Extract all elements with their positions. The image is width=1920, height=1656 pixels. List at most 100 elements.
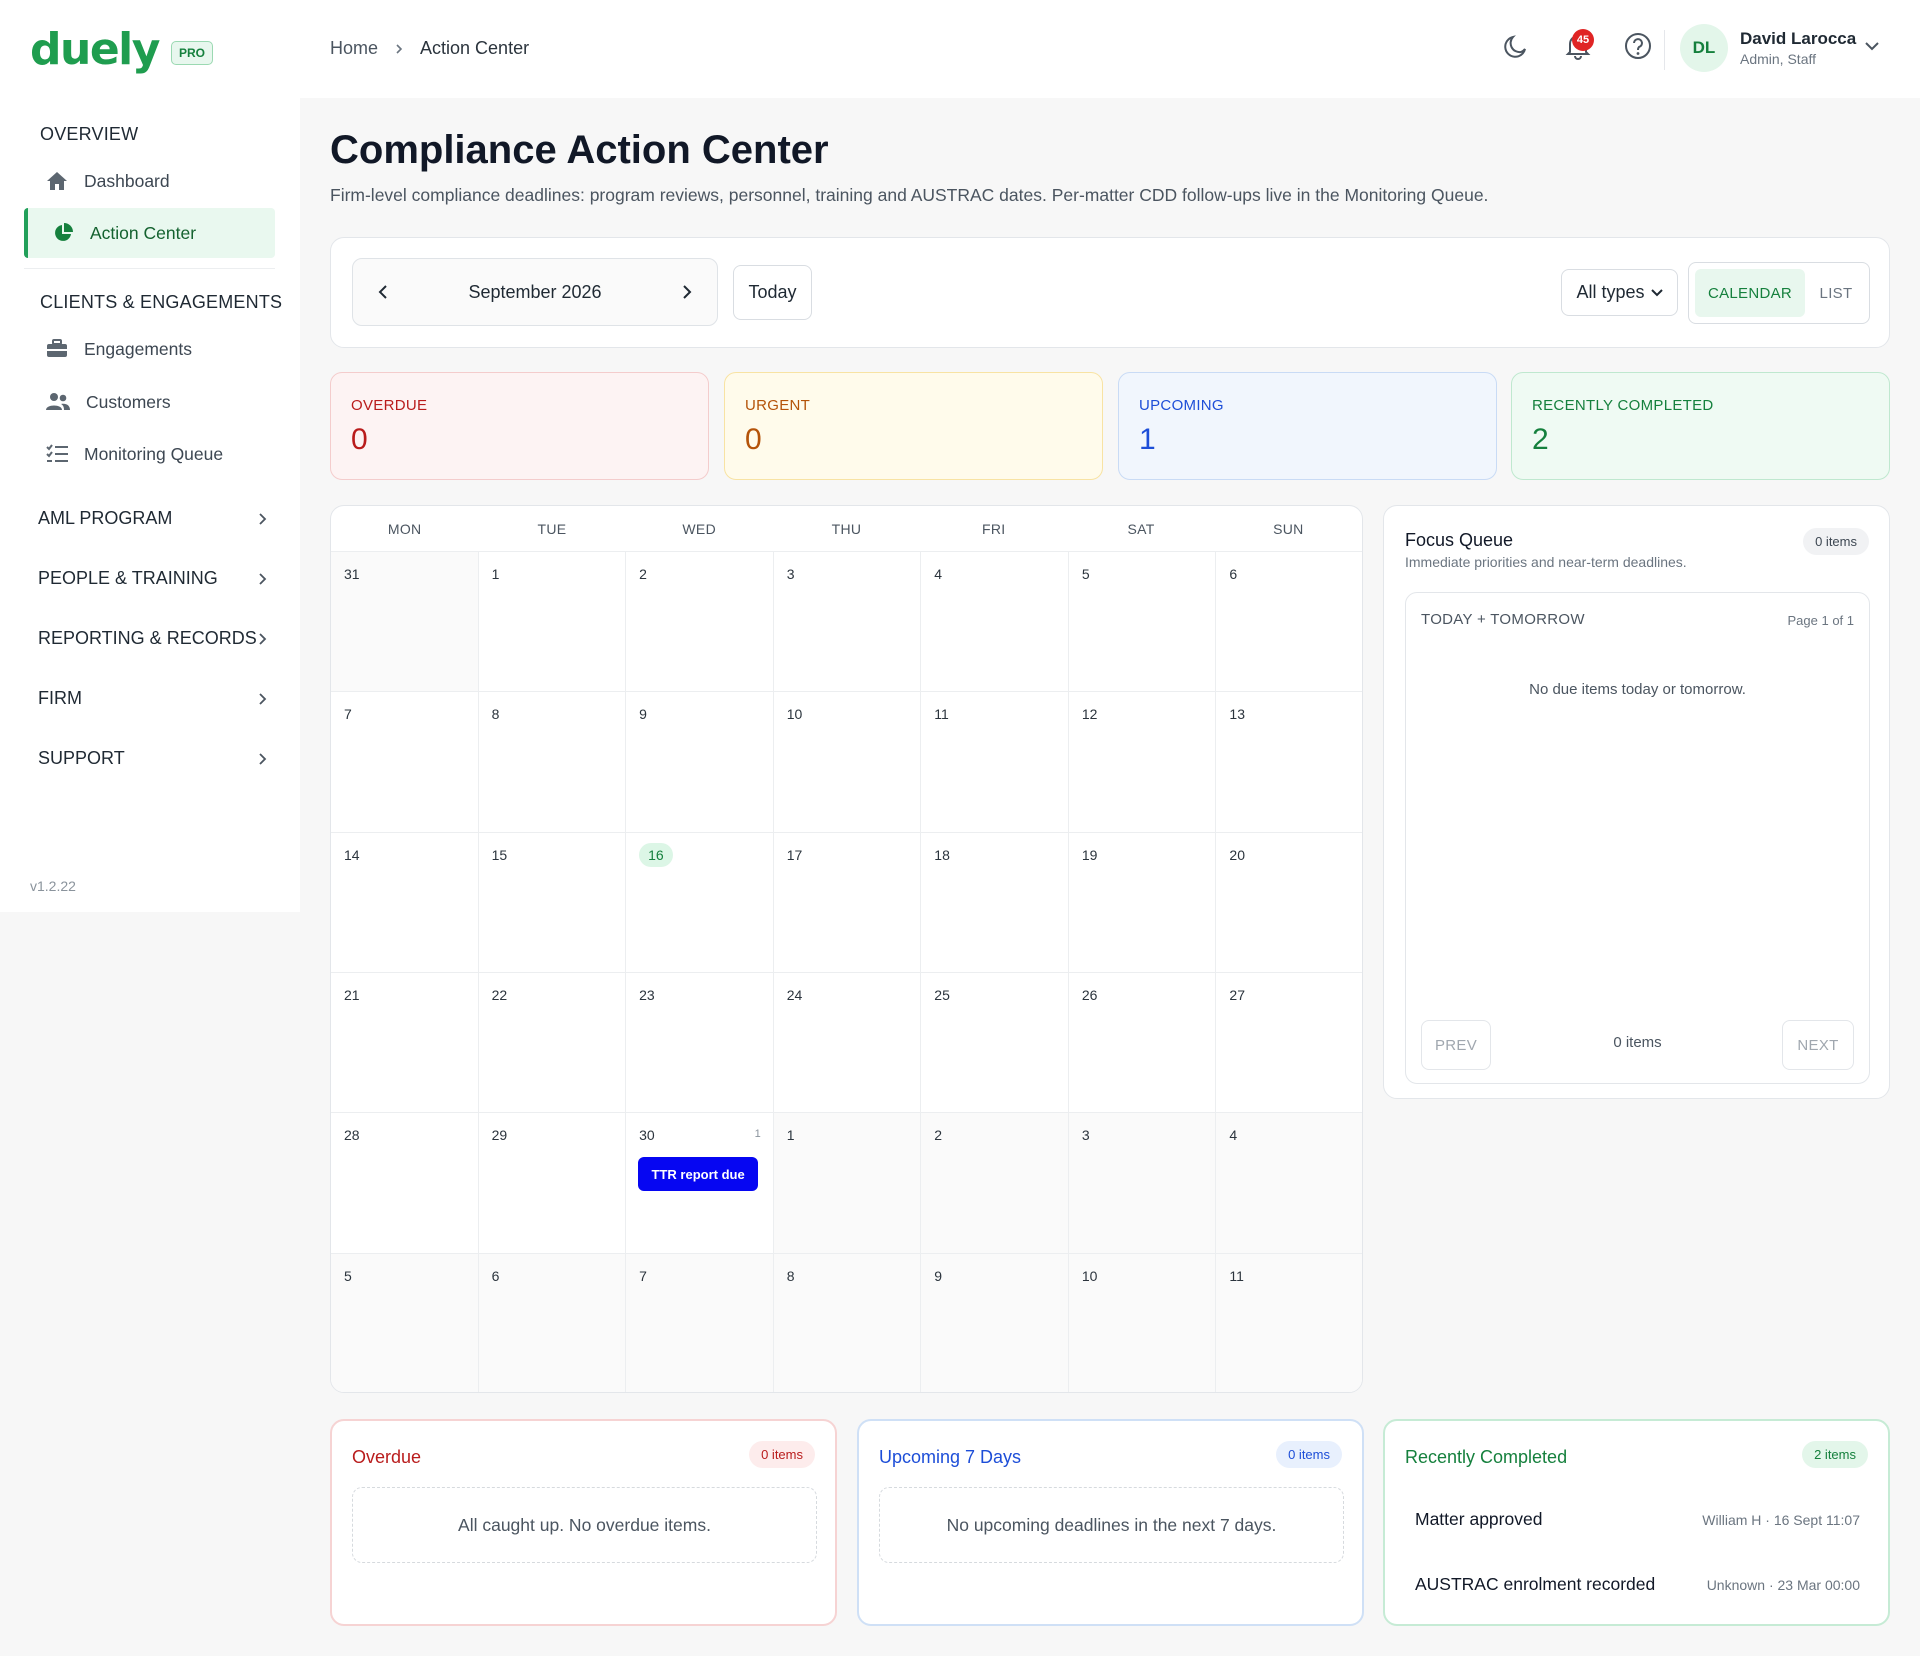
sidebar: duely PRO OVERVIEW Dashboard Action Cent… (0, 0, 300, 912)
view-toggle: CALENDAR LIST (1688, 262, 1870, 324)
today-button[interactable]: Today (733, 265, 812, 320)
day-number: 17 (786, 846, 803, 863)
prev-month-button[interactable] (377, 284, 389, 300)
calendar-day-cell[interactable]: 10 (1068, 1253, 1217, 1392)
calendar-day-cell[interactable]: 2 (921, 1113, 1069, 1254)
upcoming-card: Upcoming 7 Days 0 items No upcoming dead… (857, 1419, 1364, 1626)
weekday-label: SUN (1273, 521, 1304, 537)
sidebar-item-monitoring-queue[interactable]: Monitoring Queue (24, 429, 275, 479)
calendar-day-cell[interactable]: 2 (626, 552, 774, 693)
calendar-day-cell[interactable]: 12 (1068, 692, 1217, 833)
view-calendar-tab[interactable]: CALENDAR (1695, 269, 1805, 317)
calendar-day-cell[interactable]: 8 (773, 1253, 922, 1392)
completed-item-meta: William H · 16 Sept 11:07 (1702, 1511, 1860, 1528)
calendar-day-cell[interactable]: 25 (921, 972, 1069, 1114)
sidebar-item-customers[interactable]: Customers (24, 377, 275, 427)
calendar-day-cell[interactable]: 7 (331, 692, 479, 833)
calendar-day-cell[interactable]: 5 (1068, 552, 1217, 693)
calendar-day-cell[interactable]: 21 (331, 972, 479, 1114)
calendar-day-cell[interactable]: 1 (773, 1113, 922, 1254)
calendar-day-cell[interactable]: 22 (478, 972, 627, 1114)
calendar-day-cell[interactable]: 3 (1068, 1113, 1217, 1254)
calendar-day-cell[interactable]: 4 (921, 552, 1069, 693)
calendar-day-cell[interactable]: 18 (921, 832, 1069, 973)
calendar-day-cell[interactable]: 9 (921, 1253, 1069, 1392)
focus-empty-message: No due items today or tomorrow. (1529, 681, 1746, 698)
calendar-day-cell[interactable]: 24 (773, 972, 922, 1114)
calendar-day-cell[interactable]: 28 (331, 1113, 479, 1254)
calendar-day-cell[interactable]: 31 (331, 552, 479, 693)
day-number: 8 (786, 1267, 795, 1284)
brand[interactable]: duely PRO (30, 28, 213, 72)
view-list-tab[interactable]: LIST (1807, 269, 1865, 317)
nav-group-people-training[interactable]: PEOPLE & TRAINING (38, 568, 268, 589)
calendar-day-cell[interactable]: 7 (626, 1253, 774, 1392)
focus-queue-subtitle: Immediate priorities and near-term deadl… (1405, 554, 1687, 570)
calendar-day-cell[interactable]: 27 (1216, 972, 1362, 1114)
day-number: 19 (1081, 846, 1098, 863)
stat-value: 2 (1532, 423, 1549, 456)
user-name[interactable]: David Larocca (1740, 29, 1856, 49)
type-filter-select[interactable]: All types (1561, 269, 1678, 316)
breadcrumb-home[interactable]: Home (330, 38, 378, 59)
calendar-weekday-header: MON TUE WED THU FRI SAT SUN (331, 506, 1362, 552)
day-number: 14 (344, 846, 360, 863)
calendar-day-cell[interactable]: 6 (478, 1253, 627, 1392)
nav-group-label: FIRM (38, 688, 82, 708)
weekday-label: THU (831, 521, 862, 537)
calendar-day-cell[interactable]: 13 (1216, 692, 1362, 833)
nav-group-support[interactable]: SUPPORT (38, 748, 268, 769)
weekday-label: MON (387, 521, 422, 537)
users-icon (46, 392, 70, 412)
calendar-day-cell[interactable]: 14 (331, 832, 479, 973)
sidebar-item-action-center[interactable]: Action Center (24, 208, 275, 258)
calendar-day-cell[interactable]: 4 (1216, 1113, 1362, 1254)
nav-group-aml-program[interactable]: AML PROGRAM (38, 508, 268, 529)
calendar-day-cell[interactable]: 3 (773, 552, 922, 693)
stat-card-recently-completed[interactable]: RECENTLY COMPLETED 2 (1511, 372, 1890, 480)
nav-group-firm[interactable]: FIRM (38, 688, 268, 709)
list-item[interactable]: AUSTRAC enrolment recorded Unknown · 23 … (1415, 1574, 1860, 1595)
user-menu-button[interactable] (1864, 40, 1880, 52)
calendar-event[interactable]: TTR report due (638, 1157, 759, 1192)
stat-card-urgent[interactable]: URGENT 0 (724, 372, 1103, 480)
avatar[interactable]: DL (1680, 24, 1728, 72)
calendar-day-cell[interactable]: 17 (773, 832, 922, 973)
weekday-label: WED (682, 521, 716, 537)
calendar-day-cell[interactable]: 9 (626, 692, 774, 833)
calendar-day-cell[interactable]: 23 (626, 972, 774, 1114)
nav-group-reporting-records[interactable]: REPORTING & RECORDS (38, 628, 268, 649)
next-page-button[interactable]: NEXT (1782, 1020, 1854, 1070)
stat-value: 0 (351, 423, 368, 456)
sidebar-item-dashboard[interactable]: Dashboard (24, 156, 275, 206)
app-version: v1.2.22 (30, 878, 76, 894)
stat-card-overdue[interactable]: OVERDUE 0 (330, 372, 709, 480)
next-month-button[interactable] (681, 284, 693, 300)
calendar-day-cell[interactable]: 8 (478, 692, 627, 833)
calendar-day-cell[interactable]: 5 (331, 1253, 479, 1392)
calendar-day-cell[interactable]: 15 (478, 832, 627, 973)
weekday-label: TUE (537, 521, 567, 537)
theme-toggle-button[interactable] (1500, 30, 1532, 62)
calendar-day-cell[interactable]: 11 (921, 692, 1069, 833)
stat-card-upcoming[interactable]: UPCOMING 1 (1118, 372, 1497, 480)
sidebar-item-engagements[interactable]: Engagements (24, 324, 275, 374)
calendar-day-cell[interactable]: 1 (478, 552, 627, 693)
sidebar-item-label: Customers (86, 391, 171, 412)
calendar-day-cell[interactable]: 30 1 TTR report due (626, 1113, 774, 1254)
list-item[interactable]: Matter approved William H · 16 Sept 11:0… (1415, 1509, 1860, 1530)
calendar-day-cell[interactable]: 26 (1068, 972, 1217, 1114)
day-number: 3 (1081, 1127, 1090, 1144)
calendar-day-cell[interactable]: 20 (1216, 832, 1362, 973)
event-count: 1 (754, 1128, 761, 1141)
day-number: 1 (491, 566, 500, 582)
day-number: 29 (491, 1127, 508, 1144)
calendar-day-cell[interactable]: 16 (626, 832, 774, 973)
help-button[interactable] (1622, 30, 1654, 62)
calendar-day-cell[interactable]: 19 (1068, 832, 1217, 973)
calendar-day-cell[interactable]: 6 (1216, 552, 1362, 693)
calendar-day-cell[interactable]: 11 (1216, 1253, 1362, 1392)
calendar-day-cell[interactable]: 29 (478, 1113, 627, 1254)
calendar-day-cell[interactable]: 10 (773, 692, 922, 833)
pie-chart-icon (52, 222, 74, 244)
